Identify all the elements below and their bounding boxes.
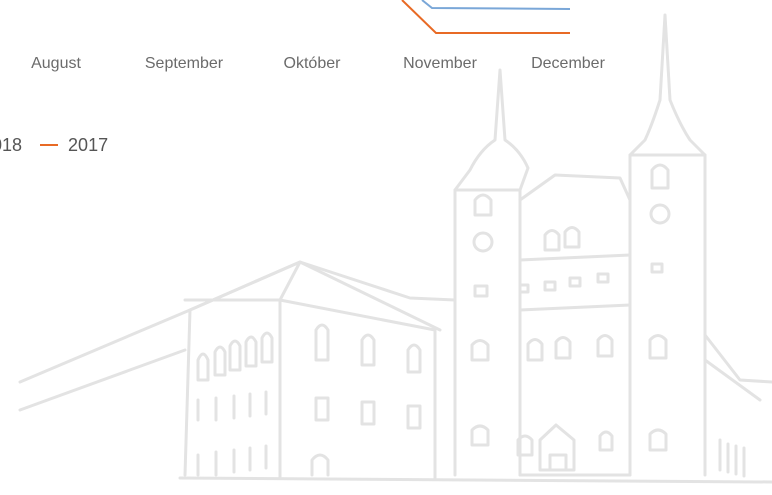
legend-label: 2018 [0, 134, 23, 155]
x-tick-label: December [531, 55, 605, 72]
x-tick-label: Október [283, 55, 341, 72]
legend-item-2017[interactable]: 2017 [22, 135, 108, 156]
x-axis-labels: August September Október November Decemb… [0, 55, 772, 75]
legend-item-2018[interactable]: 2018 [0, 135, 22, 156]
legend-swatch-icon [40, 144, 59, 146]
legend-label: 2017 [68, 134, 109, 155]
series-line-2018 [421, 0, 571, 10]
chart-plot-area [401, 0, 571, 34]
x-tick-label: August [31, 55, 81, 72]
chart-legend: 2018 2017 [0, 133, 108, 157]
x-tick-label: November [403, 55, 477, 72]
x-tick-label: September [144, 55, 224, 72]
